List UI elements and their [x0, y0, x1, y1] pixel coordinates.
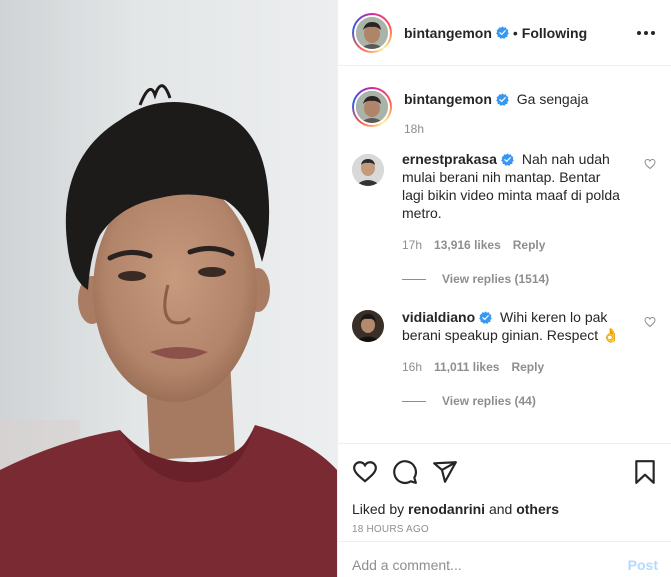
avatar-image	[354, 89, 390, 125]
replies-divider-line	[402, 400, 426, 402]
following-button[interactable]: Following	[522, 25, 587, 41]
share-button[interactable]	[432, 452, 472, 492]
post-timestamp[interactable]: 18 HOURS AGO	[352, 524, 658, 535]
post-sidebar: bintangemon • Following bintangemon Ga s…	[337, 0, 671, 577]
avatar-image	[352, 310, 384, 342]
comment-item: ernestprakasa Nah nah udah mulai berani …	[352, 150, 658, 254]
author-avatar[interactable]	[352, 12, 392, 53]
post-video[interactable]	[0, 0, 337, 577]
commenter-avatar[interactable]	[352, 310, 384, 342]
liked-by-prefix: Liked by	[352, 501, 405, 517]
comment-button[interactable]	[392, 452, 432, 492]
view-replies-button[interactable]: View replies (44)	[402, 394, 658, 408]
caption-text: Ga sengaja	[516, 91, 589, 107]
post-actions: Liked by renodanrini and others 18 HOURS…	[338, 443, 671, 535]
comment-username[interactable]: vidialdiano	[402, 309, 475, 325]
view-replies-label: View replies (44)	[442, 394, 536, 408]
post-caption: bintangemon Ga sengaja 18h	[352, 67, 658, 138]
liked-by-and: and	[488, 501, 513, 517]
caption-username[interactable]: bintangemon	[404, 91, 492, 107]
comments-list[interactable]: bintangemon Ga sengaja 18h ernestprakasa…	[338, 67, 671, 443]
comment-item: vidialdiano Wihi keren lo pak berani spe…	[352, 308, 658, 376]
verified-badge-icon	[496, 93, 509, 106]
view-replies-label: View replies (1514)	[442, 272, 550, 286]
separator-dot: •	[512, 24, 518, 41]
comment-time: 16h	[402, 360, 423, 374]
comment-like-heart-icon[interactable]	[644, 158, 656, 170]
comment-likes[interactable]: 13,916 likes	[434, 236, 501, 254]
reply-button[interactable]: Reply	[511, 358, 544, 376]
liked-by-user[interactable]: renodanrini	[408, 501, 485, 517]
like-button[interactable]	[352, 452, 392, 492]
more-options-icon[interactable]	[634, 22, 658, 44]
caption-time: 18h	[404, 122, 425, 136]
post-comment-button[interactable]: Post	[628, 547, 658, 573]
save-button[interactable]	[632, 459, 658, 488]
heart-icon	[353, 461, 377, 483]
share-icon	[433, 461, 457, 483]
verified-badge-icon	[501, 153, 514, 166]
verified-badge-icon	[479, 311, 492, 324]
avatar-image	[356, 16, 388, 49]
comment-time: 17h	[402, 238, 423, 252]
verified-badge-icon	[496, 26, 509, 39]
comment-input[interactable]	[352, 546, 628, 573]
liked-by-summary: Liked by renodanrini and others	[352, 500, 658, 518]
caption-avatar[interactable]	[352, 87, 392, 127]
add-comment-bar: Post	[338, 541, 671, 577]
comment-icon	[393, 460, 417, 484]
liked-by-others[interactable]: others	[516, 501, 559, 517]
post-header: bintangemon • Following	[338, 0, 671, 66]
comment-likes[interactable]: 11,011 likes	[434, 358, 499, 376]
instagram-post: bintangemon • Following bintangemon Ga s…	[0, 0, 671, 577]
person-video-frame	[0, 0, 337, 577]
action-icons-row	[352, 444, 658, 500]
bookmark-icon	[635, 460, 655, 484]
commenter-avatar[interactable]	[352, 154, 384, 186]
comment-like-heart-icon[interactable]	[644, 316, 656, 328]
author-username[interactable]: bintangemon	[404, 25, 492, 41]
replies-divider-line	[402, 278, 426, 280]
view-replies-button[interactable]: View replies (1514)	[402, 272, 658, 286]
reply-button[interactable]: Reply	[513, 236, 546, 254]
comment-username[interactable]: ernestprakasa	[402, 151, 497, 167]
avatar-image	[352, 154, 384, 186]
